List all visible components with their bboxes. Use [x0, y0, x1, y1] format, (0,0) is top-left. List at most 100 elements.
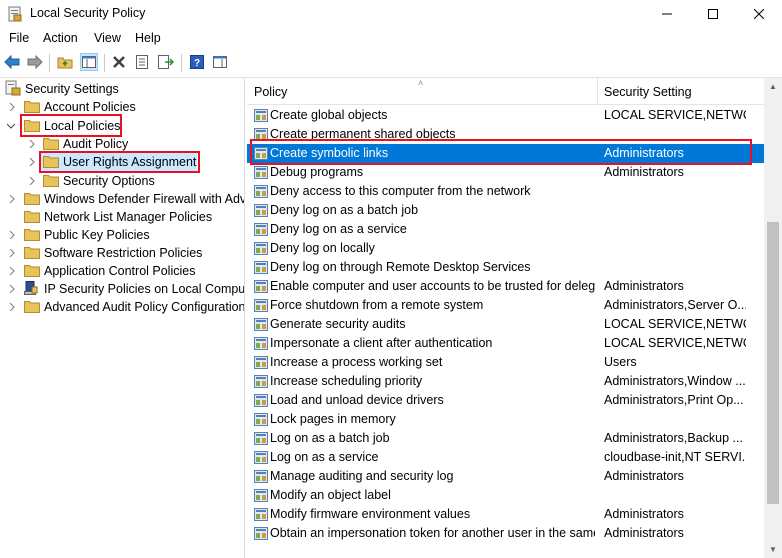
- chevron-down-icon[interactable]: [7, 122, 15, 130]
- policy-setting: Administrators: [604, 279, 684, 293]
- chevron-right-icon[interactable]: [8, 303, 16, 311]
- tree-item-advanced-audit[interactable]: Advanced Audit Policy Configuration: [0, 298, 244, 316]
- policy-icon: [254, 223, 268, 236]
- policy-row[interactable]: Generate security audits LOCAL SERVICE,NE…: [247, 315, 764, 334]
- tree-item-public-key[interactable]: Public Key Policies: [0, 226, 244, 244]
- policy-name: Increase a process working set: [270, 355, 443, 369]
- policy-icon: [254, 432, 268, 445]
- column-header-security-setting[interactable]: Security Setting: [604, 85, 692, 99]
- policy-row[interactable]: Modify an object label: [247, 486, 764, 505]
- up-one-level-button[interactable]: [56, 53, 74, 71]
- policy-icon: [254, 204, 268, 217]
- policy-row[interactable]: Log on as a batch job Administrators,Back…: [247, 429, 764, 448]
- tree-item-security-options[interactable]: Security Options: [0, 172, 244, 190]
- chevron-right-icon[interactable]: [28, 158, 36, 166]
- menu-action[interactable]: Action: [43, 31, 78, 45]
- chevron-right-icon[interactable]: [8, 195, 16, 203]
- policy-icon: [254, 508, 268, 521]
- policy-row[interactable]: Deny log on through Remote Desktop Servi…: [247, 258, 764, 277]
- tree-label: Audit Policy: [63, 137, 129, 151]
- policy-row[interactable]: Lock pages in memory: [247, 410, 764, 429]
- policy-setting: Administrators: [604, 507, 684, 521]
- close-icon: [754, 9, 764, 19]
- policy-icon: [254, 451, 268, 464]
- tree-item-software-restriction[interactable]: Software Restriction Policies: [0, 244, 244, 262]
- policy-row[interactable]: Load and unload device drivers Administra…: [247, 391, 764, 410]
- policy-icon: [254, 432, 268, 445]
- help-button[interactable]: ?: [188, 53, 206, 71]
- policy-row[interactable]: Force shutdown from a remote system Admin…: [247, 296, 764, 315]
- policy-row[interactable]: Deny log on as a service: [247, 220, 764, 239]
- scroll-up-icon[interactable]: ▲: [764, 78, 782, 95]
- column-header-policy[interactable]: Policy: [254, 85, 287, 99]
- policy-row[interactable]: Deny access to this computer from the ne…: [247, 182, 764, 201]
- scrollbar-thumb[interactable]: [767, 222, 779, 504]
- policy-icon: [254, 356, 268, 369]
- policy-row[interactable]: Create global objects LOCAL SERVICE,NETWO…: [247, 106, 764, 125]
- policy-row[interactable]: Obtain an impersonation token for anothe…: [247, 524, 764, 543]
- chevron-right-icon[interactable]: [28, 177, 36, 185]
- chevron-right-icon[interactable]: [8, 103, 16, 111]
- policy-icon: [254, 337, 268, 350]
- maximize-icon: [708, 9, 718, 19]
- tree-label: Security Settings: [25, 82, 119, 96]
- policy-row[interactable]: Manage auditing and security log Administ…: [247, 467, 764, 486]
- vertical-scrollbar[interactable]: ▲ ▼: [764, 78, 782, 558]
- policy-icon: [254, 242, 268, 255]
- minimize-button[interactable]: [644, 0, 690, 28]
- policy-row[interactable]: Deny log on as a batch job: [247, 201, 764, 220]
- policy-icon: [254, 109, 268, 122]
- policy-icon: [254, 413, 268, 426]
- show-action-pane-button[interactable]: [211, 53, 229, 71]
- policy-row[interactable]: Debug programs Administrators: [247, 163, 764, 182]
- toolbar-separator: [181, 54, 182, 72]
- menu-help[interactable]: Help: [135, 31, 161, 45]
- chevron-right-icon[interactable]: [28, 140, 36, 148]
- chevron-right-icon[interactable]: [8, 231, 16, 239]
- policy-row[interactable]: Enable computer and user accounts to be …: [247, 277, 764, 296]
- delete-button[interactable]: [110, 53, 128, 71]
- back-button[interactable]: [3, 53, 21, 71]
- policy-row[interactable]: Log on as a service cloudbase-init,NT SER…: [247, 448, 764, 467]
- export-list-button[interactable]: [157, 53, 175, 71]
- tree-label: Advanced Audit Policy Configuration: [44, 300, 245, 314]
- policy-row[interactable]: Increase a process working set Users: [247, 353, 764, 372]
- close-button[interactable]: [736, 0, 782, 28]
- policy-row[interactable]: Modify firmware environment values Admini…: [247, 505, 764, 524]
- policy-icon: [254, 451, 268, 464]
- show-hide-tree-button[interactable]: [80, 53, 98, 71]
- sort-ascending-icon: ˄: [418, 78, 424, 88]
- policy-name: Enable computer and user accounts to be …: [270, 279, 595, 293]
- properties-button[interactable]: [133, 53, 151, 71]
- tree-item-ip-security[interactable]: IP Security Policies on Local Compute: [0, 280, 244, 298]
- list-header: ˄ Policy Security Setting: [247, 78, 764, 105]
- column-divider[interactable]: [597, 78, 598, 104]
- chevron-right-icon[interactable]: [8, 267, 16, 275]
- policy-row[interactable]: Deny log on locally: [247, 239, 764, 258]
- folder-icon: [24, 211, 40, 223]
- forward-button[interactable]: [26, 53, 44, 71]
- policy-icon: [254, 185, 268, 198]
- properties-icon: [136, 55, 148, 69]
- tree-item-security-settings[interactable]: Security Settings: [0, 80, 244, 98]
- policy-icon: [254, 280, 268, 293]
- tree-item-network-list[interactable]: Network List Manager Policies: [0, 208, 244, 226]
- chevron-right-icon[interactable]: [8, 249, 16, 257]
- policy-name: Modify an object label: [270, 488, 391, 502]
- tree-item-app-control[interactable]: Application Control Policies: [0, 262, 244, 280]
- tree-item-firewall[interactable]: Windows Defender Firewall with Adva: [0, 190, 244, 208]
- chevron-right-icon[interactable]: [8, 285, 16, 293]
- policy-name: Deny log on through Remote Desktop Servi…: [270, 260, 531, 274]
- security-policy-icon: [8, 6, 22, 22]
- scroll-down-icon[interactable]: ▼: [764, 541, 782, 558]
- policy-row[interactable]: Impersonate a client after authenticatio…: [247, 334, 764, 353]
- folder-icon: [24, 229, 40, 241]
- folder-icon: [43, 175, 59, 187]
- policy-row[interactable]: Increase scheduling priority Administrato…: [247, 372, 764, 391]
- policy-name: Increase scheduling priority: [270, 374, 423, 388]
- maximize-button[interactable]: [690, 0, 736, 28]
- menu-file[interactable]: File: [9, 31, 29, 45]
- menu-bar: File Action View Help: [0, 28, 782, 48]
- menu-view[interactable]: View: [94, 31, 121, 45]
- tree-label: Security Options: [63, 174, 155, 188]
